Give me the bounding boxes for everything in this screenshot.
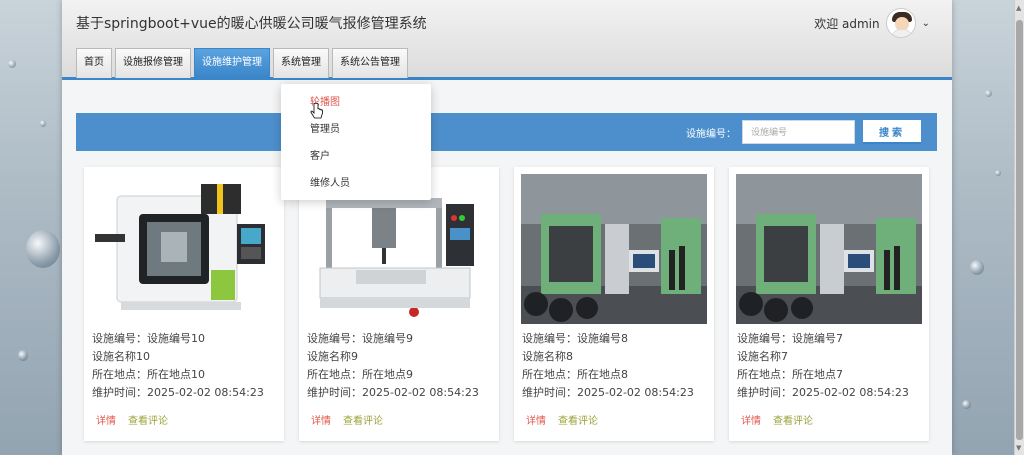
view-comments-link[interactable]: 查看评论 — [128, 412, 168, 427]
facility-name: 设施名称10 — [92, 350, 150, 363]
welcome-text: 欢迎 admin — [814, 16, 880, 31]
facility-info: 设施编号：设施编号8 设施名称8 所在地点：所在地点8 维护时间：2025-02… — [522, 330, 694, 402]
scroll-down-icon[interactable]: ▼ — [1016, 444, 1021, 452]
background-droplet — [40, 120, 46, 127]
user-menu[interactable]: 欢迎 admin ⌄ — [814, 8, 930, 38]
view-comments-link[interactable]: 查看评论 — [343, 412, 383, 427]
background-droplet — [18, 350, 28, 361]
main-page: 基于springboot+vue的暖心供暖公司暖气报修管理系统 欢迎 admin… — [62, 0, 952, 455]
background-droplet — [26, 230, 60, 268]
facility-image-cnc-machine[interactable] — [91, 174, 277, 324]
facility-name: 设施名称7 — [737, 350, 788, 363]
card-actions: 详情 查看评论 — [96, 412, 168, 427]
search-bar: 设施编号： 搜索 — [76, 113, 937, 151]
main-nav: 首页 设施报修管理 设施维护管理 系统管理 系统公告管理 — [76, 48, 408, 78]
view-comments-link[interactable]: 查看评论 — [773, 412, 813, 427]
system-management-dropdown: 轮播图 管理员 客户 维修人员 — [281, 84, 431, 200]
tab-announcement-management[interactable]: 系统公告管理 — [332, 48, 408, 78]
facility-code: 设施编号：设施编号8 — [522, 332, 628, 345]
hand-cursor-icon — [310, 103, 323, 119]
tab-home[interactable]: 首页 — [76, 48, 112, 78]
detail-link[interactable]: 详情 — [741, 412, 761, 427]
view-comments-link[interactable]: 查看评论 — [558, 412, 598, 427]
facility-image-factory-line[interactable] — [521, 174, 707, 324]
background-droplet — [970, 260, 984, 275]
card-actions: 详情 查看评论 — [311, 412, 383, 427]
scroll-thumb[interactable] — [1016, 20, 1023, 440]
facility-location: 所在地点：所在地点10 — [92, 368, 205, 381]
facility-image-factory-line[interactable] — [736, 174, 922, 324]
page-scrollbar[interactable]: ▲ ▼ — [1014, 0, 1024, 455]
card-actions: 详情 查看评论 — [741, 412, 813, 427]
maintenance-time: 维护时间：2025-02-02 08:54:23 — [737, 386, 909, 399]
facility-card-list: 设施编号：设施编号10 设施名称10 所在地点：所在地点10 维护时间：2025… — [84, 167, 929, 441]
maintenance-time: 维护时间：2025-02-02 08:54:23 — [92, 386, 264, 399]
facility-location: 所在地点：所在地点9 — [307, 368, 413, 381]
facility-info: 设施编号：设施编号7 设施名称7 所在地点：所在地点7 维护时间：2025-02… — [737, 330, 909, 402]
background-droplet — [962, 400, 971, 409]
facility-code: 设施编号：设施编号7 — [737, 332, 843, 345]
facility-location: 所在地点：所在地点8 — [522, 368, 628, 381]
tab-facility-maintenance[interactable]: 设施维护管理 — [194, 48, 270, 78]
search-label: 设施编号： — [686, 129, 736, 140]
header: 基于springboot+vue的暖心供暖公司暖气报修管理系统 欢迎 admin… — [62, 0, 952, 80]
facility-card[interactable]: 设施编号：设施编号10 设施名称10 所在地点：所在地点10 维护时间：2025… — [84, 167, 284, 441]
maintenance-time: 维护时间：2025-02-02 08:54:23 — [522, 386, 694, 399]
chevron-down-icon[interactable]: ⌄ — [922, 18, 930, 29]
facility-info: 设施编号：设施编号9 设施名称9 所在地点：所在地点9 维护时间：2025-02… — [307, 330, 479, 402]
site-title: 基于springboot+vue的暖心供暖公司暖气报修管理系统 — [76, 16, 427, 32]
scroll-up-icon[interactable]: ▲ — [1016, 4, 1021, 12]
facility-code: 设施编号：设施编号9 — [307, 332, 413, 345]
tab-facility-repair[interactable]: 设施报修管理 — [115, 48, 191, 78]
detail-link[interactable]: 详情 — [526, 412, 546, 427]
background-droplet — [985, 90, 992, 97]
background-droplet — [8, 60, 16, 68]
detail-link[interactable]: 详情 — [96, 412, 116, 427]
maintenance-time: 维护时间：2025-02-02 08:54:23 — [307, 386, 479, 399]
card-actions: 详情 查看评论 — [526, 412, 598, 427]
facility-card[interactable]: 设施编号：设施编号7 设施名称7 所在地点：所在地点7 维护时间：2025-02… — [729, 167, 929, 441]
dropdown-item-customers[interactable]: 客户 — [281, 146, 431, 173]
facility-info: 设施编号：设施编号10 设施名称10 所在地点：所在地点10 维护时间：2025… — [92, 330, 264, 402]
facility-name: 设施名称8 — [522, 350, 573, 363]
dropdown-item-admins[interactable]: 管理员 — [281, 119, 431, 146]
avatar[interactable] — [885, 8, 916, 38]
dropdown-item-carousel[interactable]: 轮播图 — [281, 92, 431, 119]
facility-card[interactable]: 设施编号：设施编号8 设施名称8 所在地点：所在地点8 维护时间：2025-02… — [514, 167, 714, 441]
facility-location: 所在地点：所在地点7 — [737, 368, 843, 381]
dropdown-item-repair-staff[interactable]: 维修人员 — [281, 173, 431, 200]
search-button[interactable]: 搜索 — [863, 120, 921, 144]
background-droplet — [995, 170, 1001, 176]
facility-name: 设施名称9 — [307, 350, 358, 363]
facility-card[interactable]: 设施编号：设施编号9 设施名称9 所在地点：所在地点9 维护时间：2025-02… — [299, 167, 499, 441]
facility-code: 设施编号：设施编号10 — [92, 332, 205, 345]
detail-link[interactable]: 详情 — [311, 412, 331, 427]
search-input[interactable] — [742, 120, 855, 144]
tab-system-management[interactable]: 系统管理 — [273, 48, 329, 78]
